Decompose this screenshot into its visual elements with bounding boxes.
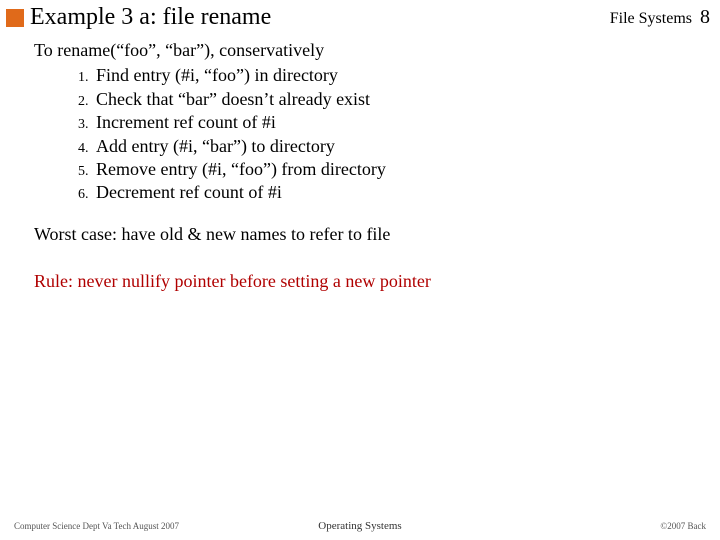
slide-title: Example 3 a: file rename	[30, 4, 610, 31]
title-row: Example 3 a: file rename File Systems 8	[0, 0, 720, 31]
header-right: File Systems 8	[610, 6, 710, 29]
intro-line: To rename(“foo”, “bar”), conservatively	[34, 39, 700, 62]
section-label: File Systems	[610, 10, 692, 28]
list-item: Find entry (#i, “foo”) in directory	[92, 64, 700, 87]
footer: Computer Science Dept Va Tech August 200…	[0, 520, 720, 532]
worst-case-line: Worst case: have old & new names to refe…	[34, 223, 700, 246]
title-bullet-icon	[6, 9, 24, 27]
footer-center: Operating Systems	[245, 520, 476, 532]
list-item: Remove entry (#i, “foo”) from directory	[92, 158, 700, 181]
list-item: Increment ref count of #i	[92, 111, 700, 134]
rule-line: Rule: never nullify pointer before setti…	[34, 270, 700, 293]
slide-body: To rename(“foo”, “bar”), conservatively …	[0, 31, 720, 294]
list-item: Check that “bar” doesn’t already exist	[92, 88, 700, 111]
slide: Example 3 a: file rename File Systems 8 …	[0, 0, 720, 540]
footer-right: ©2007 Back	[475, 521, 706, 531]
page-number: 8	[700, 6, 710, 29]
steps-list: Find entry (#i, “foo”) in directory Chec…	[34, 64, 700, 204]
list-item: Decrement ref count of #i	[92, 181, 700, 204]
footer-left: Computer Science Dept Va Tech August 200…	[14, 521, 245, 531]
list-item: Add entry (#i, “bar”) to directory	[92, 135, 700, 158]
